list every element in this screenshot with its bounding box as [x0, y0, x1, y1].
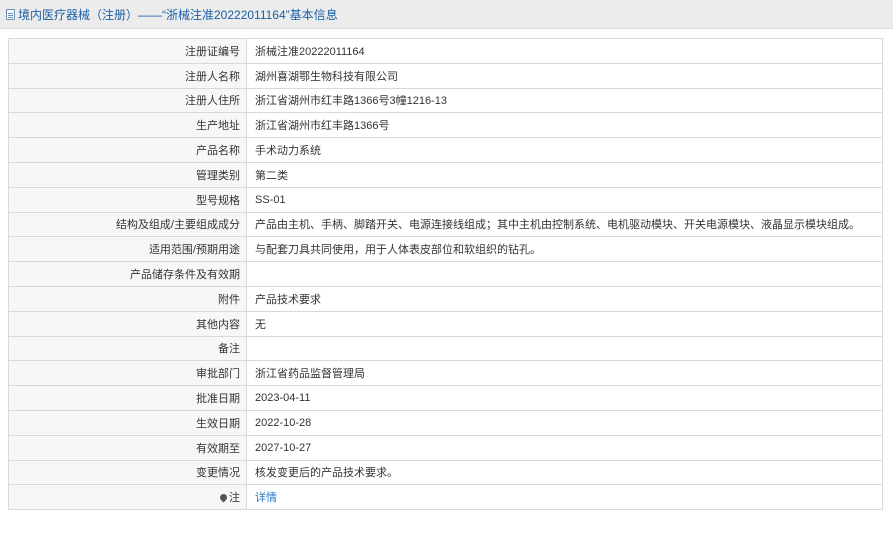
field-label-attachment: 附件: [8, 285, 247, 312]
field-label-intended-use: 适用范围/预期用途: [8, 236, 247, 263]
table-row-registrant-name: 注册人名称 湖州喜湖鄂生物科技有限公司: [8, 62, 883, 89]
field-value-production-address: 浙江省湖州市红丰路1366号: [246, 112, 883, 139]
field-value-structure-composition: 产品由主机、手柄、脚踏开关、电源连接线组成；其中主机由控制系统、电机驱动模块、开…: [246, 211, 883, 238]
field-label-registrant-name: 注册人名称: [8, 62, 247, 89]
document-icon: [6, 8, 15, 20]
field-value-product-name: 手术动力系统: [246, 137, 883, 163]
field-label-registration-number: 注册证编号: [8, 38, 247, 64]
table-row-remarks: 备注: [8, 335, 883, 362]
field-value-intended-use: 与配套刀具共同使用，用于人体表皮部位和软组织的钻孔。: [246, 236, 883, 263]
table-row-attachment: 附件 产品技术要求: [8, 285, 883, 312]
field-label-registrant-address: 注册人住所: [8, 87, 247, 114]
table-row-note: 注 详情: [8, 484, 883, 511]
table-row-model-spec: 型号规格 SS-01: [8, 186, 883, 213]
field-label-effective-date: 生效日期: [8, 409, 247, 436]
field-value-registrant-name: 湖州喜湖鄂生物科技有限公司: [246, 62, 883, 89]
field-label-model-spec: 型号规格: [8, 186, 247, 213]
field-label-production-address: 生产地址: [8, 112, 247, 139]
pin-icon: [218, 492, 229, 503]
field-value-model-spec: SS-01: [246, 186, 883, 213]
field-label-other-content: 其他内容: [8, 310, 247, 337]
field-value-approval-department: 浙江省药品监督管理局: [246, 360, 883, 387]
info-table: 注册证编号 浙械注准20222011164 注册人名称 湖州喜湖鄂生物科技有限公司 注册…: [8, 38, 883, 511]
field-value-other-content: 无: [246, 310, 883, 337]
table-row-intended-use: 适用范围/预期用途 与配套刀具共同使用，用于人体表皮部位和软组织的钻孔。: [8, 236, 883, 263]
field-label-approval-department: 审批部门: [8, 360, 247, 387]
field-value-expiry-date: 2027-10-27: [246, 434, 883, 461]
field-label-structure-composition: 结构及组成/主要组成成分: [8, 211, 247, 238]
field-label-expiry-date: 有效期至: [8, 434, 247, 461]
table-row-approval-date: 批准日期 2023-04-11: [8, 385, 883, 411]
table-row-management-class: 管理类别 第二类: [8, 161, 883, 188]
field-value-effective-date: 2022-10-28: [246, 409, 883, 436]
field-value-approval-date: 2023-04-11: [246, 385, 883, 411]
field-value-management-class: 第二类: [246, 161, 883, 188]
field-value-note: 详情: [246, 484, 883, 511]
table-row-storage-conditions: 产品储存条件及有效期: [8, 261, 883, 287]
table-row-effective-date: 生效日期 2022-10-28: [8, 409, 883, 436]
field-value-change-status: 核发变更后的产品技术要求。: [246, 459, 883, 486]
field-value-attachment: 产品技术要求: [246, 285, 883, 312]
detail-link[interactable]: 详情: [255, 492, 277, 504]
table-row-product-name: 产品名称 手术动力系统: [8, 137, 883, 163]
table-row-expiry-date: 有效期至 2027-10-27: [8, 434, 883, 461]
table-row-change-status: 变更情况 核发变更后的产品技术要求。: [8, 459, 883, 486]
field-label-approval-date: 批准日期: [8, 385, 247, 411]
table-row-registration-number: 注册证编号 浙械注准20222011164: [8, 38, 883, 64]
field-value-registrant-address: 浙江省湖州市红丰路1366号3幢1216-13: [246, 87, 883, 114]
note-label: 注: [229, 492, 240, 505]
info-table-wrap: 注册证编号 浙械注准20222011164 注册人名称 湖州喜湖鄂生物科技有限公司 注册…: [8, 38, 883, 511]
field-value-registration-number: 浙械注准20222011164: [246, 38, 883, 64]
page-title: 境内医疗器械（注册）——“浙械注准20222011164”基本信息: [18, 7, 338, 22]
field-label-change-status: 变更情况: [8, 459, 247, 486]
field-label-management-class: 管理类别: [8, 161, 247, 188]
field-value-storage-conditions: [246, 261, 883, 287]
info-table-body: 注册证编号 浙械注准20222011164 注册人名称 湖州喜湖鄂生物科技有限公司 注册…: [8, 38, 883, 511]
field-label-remarks: 备注: [8, 335, 247, 362]
table-row-approval-department: 审批部门 浙江省药品监督管理局: [8, 360, 883, 387]
field-value-remarks: [246, 335, 883, 362]
field-label-product-name: 产品名称: [8, 137, 247, 163]
field-label-storage-conditions: 产品储存条件及有效期: [8, 261, 247, 287]
table-row-production-address: 生产地址 浙江省湖州市红丰路1366号: [8, 112, 883, 139]
table-row-structure-composition: 结构及组成/主要组成成分 产品由主机、手柄、脚踏开关、电源连接线组成；其中主机由控…: [8, 211, 883, 238]
table-row-other-content: 其他内容无: [8, 310, 883, 337]
table-row-registrant-address: 注册人住所 浙江省湖州市红丰路1366号3幢1216-13: [8, 87, 883, 114]
field-label-note: 注: [8, 484, 247, 511]
page-header: 境内医疗器械（注册）——“浙械注准20222011164”基本信息: [0, 0, 893, 29]
